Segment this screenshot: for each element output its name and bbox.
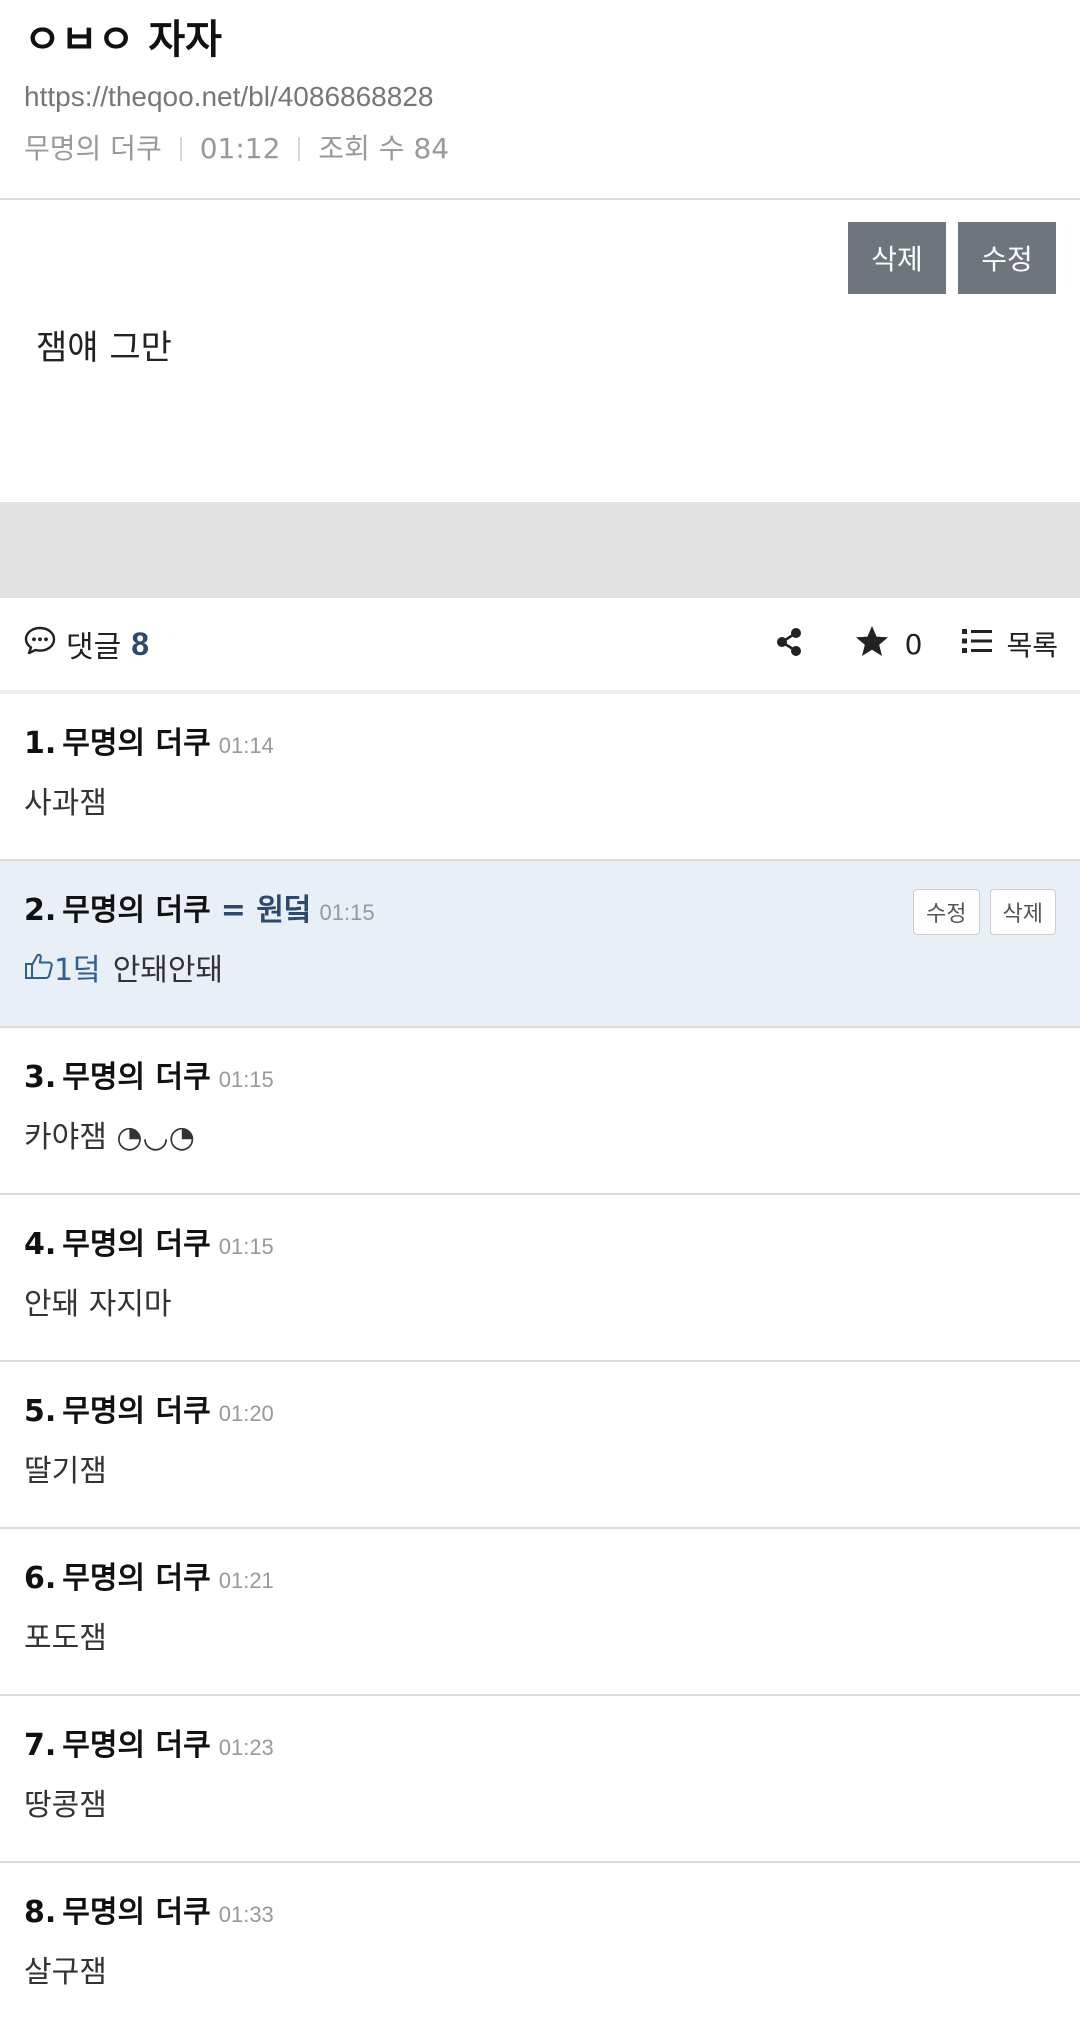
share-icon <box>775 627 803 661</box>
comment-icon <box>24 625 56 663</box>
comment-author: 무명의 더쿠 <box>62 1895 211 1930</box>
comment-item-own: 2. 무명의 더쿠 = 원덬 01:15 수정 삭제 1덬 안돼안돼 <box>0 861 1080 1028</box>
comment-author: 무명의 더쿠 <box>62 726 211 761</box>
comment-author: 무명의 더쿠 <box>62 1561 211 1596</box>
comment-time: 01:33 <box>218 1902 274 1927</box>
comment-author: 무명의 더쿠 <box>62 1227 211 1262</box>
post-time: 01:12 <box>199 132 281 165</box>
comment-number: 3. <box>24 1060 57 1095</box>
post-content: 잼얘 그만 <box>36 328 172 368</box>
post-url[interactable]: https://theqoo.net/bl/4086868828 <box>24 80 1056 114</box>
share-button[interactable] <box>775 627 803 661</box>
comment-time: 01:15 <box>218 1234 274 1259</box>
comment-actions: 수정 삭제 <box>913 889 1056 935</box>
edit-comment-button[interactable]: 수정 <box>913 889 980 935</box>
star-icon <box>855 625 889 664</box>
post-actions: 삭제 수정 <box>848 222 1056 294</box>
comment-text: 안돼안돼 <box>112 953 224 988</box>
like-count: 1덬 <box>54 953 101 988</box>
comment-body: 1덬 안돼안돼 <box>24 951 1056 991</box>
comment-number: 5. <box>24 1394 57 1429</box>
comment-author: 무명의 더쿠 <box>62 1728 211 1763</box>
comment-time: 01:20 <box>218 1401 274 1426</box>
star-button[interactable]: 0 <box>855 625 923 664</box>
post-header: ㅇㅂㅇ 자자 https://theqoo.net/bl/4086868828 … <box>0 0 1080 200</box>
comment-author: 무명의 더쿠 <box>62 1394 211 1429</box>
comment-text: 사과잼 <box>24 786 107 821</box>
delete-comment-button[interactable]: 삭제 <box>989 889 1056 935</box>
post-views: 조회 수 84 <box>318 132 450 165</box>
comment-number: 7. <box>24 1728 57 1763</box>
comments-header[interactable]: 댓글 8 <box>24 622 149 666</box>
comment-time: 01:15 <box>319 900 375 925</box>
comment-time: 01:21 <box>218 1568 274 1593</box>
comment-item: 4. 무명의 더쿠 01:15 안돼 자지마 <box>0 1195 1080 1362</box>
list-label: 목록 <box>1006 629 1058 662</box>
comment-list: 1. 무명의 더쿠 01:14 사과잼 2. 무명의 더쿠 = 원덬 01:15… <box>0 694 1080 2025</box>
star-count: 0 <box>904 627 923 661</box>
comment-author: 무명의 더쿠 <box>62 893 211 928</box>
meta-divider <box>298 137 301 161</box>
comment-author: 무명의 더쿠 <box>62 1060 211 1095</box>
comments-count: 8 <box>131 625 149 662</box>
ad-placeholder <box>0 502 1080 598</box>
author-badge: = 원덬 <box>220 893 312 928</box>
post-meta: 무명의 더쿠 01:12 조회 수 84 <box>24 132 1056 166</box>
comment-text: 살구잼 <box>24 1955 107 1990</box>
comment-number: 6. <box>24 1561 57 1596</box>
comment-item: 3. 무명의 더쿠 01:15 카야잼 ◔◡◔ <box>0 1028 1080 1195</box>
comment-text: 딸기잼 <box>24 1454 107 1489</box>
comment-number: 2. <box>24 893 57 928</box>
comment-text: 땅콩잼 <box>24 1788 107 1823</box>
comment-time: 01:23 <box>218 1735 274 1760</box>
edit-post-button[interactable]: 수정 <box>958 222 1056 294</box>
list-icon <box>962 628 993 661</box>
list-button[interactable]: 목록 <box>962 624 1058 664</box>
post-body: 삭제 수정 잼얘 그만 <box>0 200 1080 502</box>
meta-divider <box>179 137 182 161</box>
comment-number: 1. <box>24 726 57 761</box>
comments-label: 댓글 <box>66 630 122 665</box>
toolbar-actions: 0 목록 <box>775 598 1058 690</box>
comment-item: 5. 무명의 더쿠 01:20 딸기잼 <box>0 1362 1080 1529</box>
comment-text: 카야잼 ◔◡◔ <box>24 1120 195 1155</box>
post-author: 무명의 더쿠 <box>24 132 162 165</box>
comment-item: 1. 무명의 더쿠 01:14 사과잼 <box>0 694 1080 861</box>
comment-number: 8. <box>24 1895 57 1930</box>
like-button[interactable]: 1덬 <box>24 951 101 991</box>
post-title: ㅇㅂㅇ 자자 <box>24 17 222 63</box>
comment-item: 6. 무명의 더쿠 01:21 포도잼 <box>0 1529 1080 1696</box>
comment-text: 포도잼 <box>24 1621 107 1656</box>
comment-item: 7. 무명의 더쿠 01:23 땅콩잼 <box>0 1696 1080 1863</box>
comment-number: 4. <box>24 1227 57 1262</box>
comment-item: 8. 무명의 더쿠 01:33 살구잼 <box>0 1863 1080 2025</box>
comment-time: 01:14 <box>218 733 274 758</box>
comment-text: 안돼 자지마 <box>24 1287 172 1322</box>
comment-time: 01:15 <box>218 1067 274 1092</box>
thumbs-up-icon <box>24 951 54 991</box>
delete-post-button[interactable]: 삭제 <box>848 222 946 294</box>
comment-toolbar: 댓글 8 0 목록 <box>0 598 1080 694</box>
